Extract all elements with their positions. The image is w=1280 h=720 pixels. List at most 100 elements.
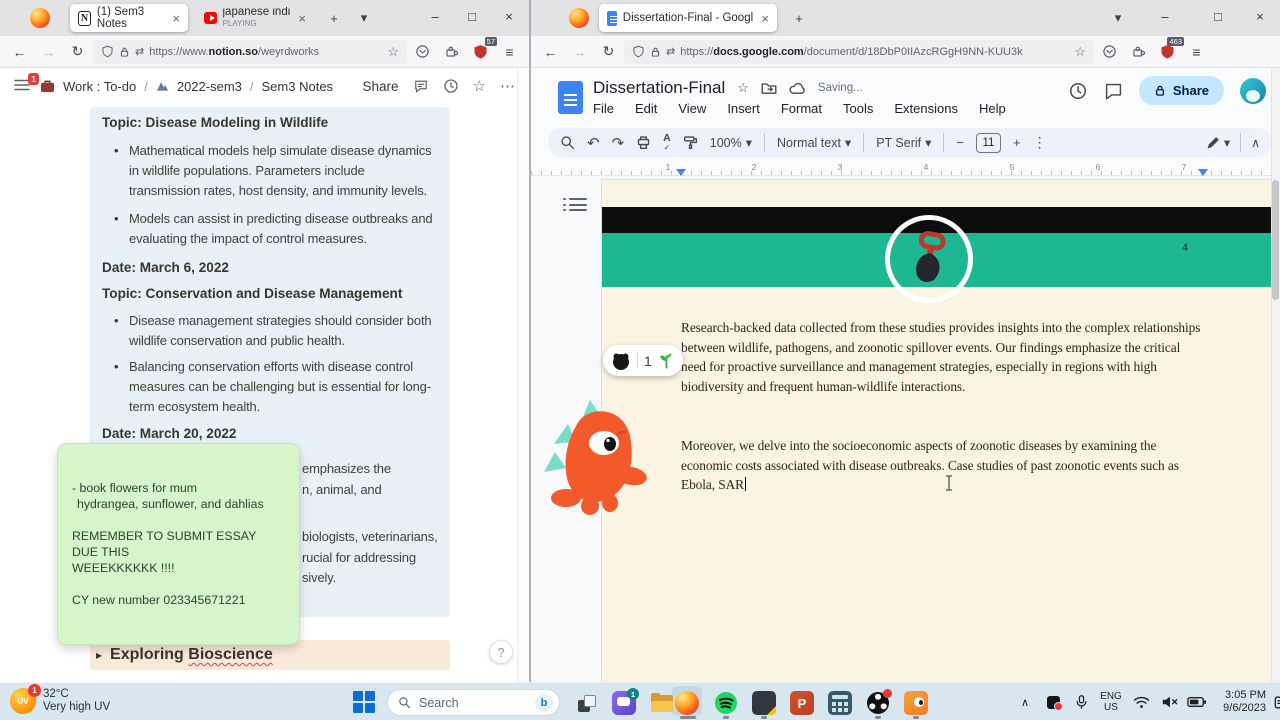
paragraph[interactable]: Moreover, we delve into the socioeconomi… xyxy=(681,436,1205,495)
tab-dissertation[interactable]: Dissertation-Final - Google Doc × xyxy=(599,4,777,32)
spellcheck-icon[interactable]: A ✓ xyxy=(663,132,671,151)
document-outline-icon[interactable] xyxy=(563,198,587,213)
ruler[interactable]: 1 2 3 4 5 6 7 xyxy=(531,161,1272,176)
microphone-icon[interactable] xyxy=(1068,694,1094,710)
maximize-button[interactable]: □ xyxy=(452,0,492,33)
comments-icon[interactable] xyxy=(413,79,429,94)
task-view-button[interactable] xyxy=(572,689,600,717)
volume-muted-icon[interactable] xyxy=(1156,695,1182,709)
minimize-button[interactable]: – xyxy=(1145,0,1185,33)
shield-icon[interactable] xyxy=(101,45,114,58)
chat-app-icon[interactable]: 1 xyxy=(610,688,639,717)
font-select[interactable]: PT Serif ▾ xyxy=(876,135,931,151)
notion-help-button[interactable]: ? xyxy=(489,640,513,664)
weather-widget[interactable]: UV 1 32°C Very high UV xyxy=(10,684,110,714)
pet-app-icon[interactable] xyxy=(902,689,930,717)
menu-view[interactable]: View xyxy=(678,101,706,116)
powerpoint-app-icon[interactable]: P xyxy=(788,689,816,717)
menu-tools[interactable]: Tools xyxy=(843,101,873,116)
more-options-icon[interactable]: ⋯ xyxy=(500,77,515,95)
file-explorer-icon[interactable] xyxy=(648,689,676,717)
extensions-puzzle-icon[interactable] xyxy=(1125,40,1152,64)
tab-close-icon[interactable]: × xyxy=(761,11,769,26)
menu-help[interactable]: Help xyxy=(979,101,1006,116)
increase-font-icon[interactable]: + xyxy=(1013,135,1021,150)
obs-tray-icon[interactable] xyxy=(1040,695,1066,711)
spotify-app-icon[interactable] xyxy=(712,689,740,717)
firefox-app-icon[interactable] xyxy=(673,689,701,717)
taskbar-search[interactable]: Search b xyxy=(387,689,560,716)
account-avatar[interactable] xyxy=(1240,77,1266,104)
move-folder-icon[interactable] xyxy=(761,81,777,95)
decrease-font-icon[interactable]: − xyxy=(956,135,964,150)
tray-overflow-icon[interactable]: ∧ xyxy=(1012,696,1038,709)
wifi-icon[interactable] xyxy=(1128,695,1154,709)
pet-counter-widget[interactable]: 1 xyxy=(603,345,683,376)
favorite-star-icon[interactable]: ☆ xyxy=(473,77,486,95)
breadcrumb-root[interactable]: Work : To-do xyxy=(63,79,136,94)
permissions-icon[interactable]: ⇄ xyxy=(135,45,144,58)
font-size-field[interactable]: 11 xyxy=(976,132,1001,153)
start-button[interactable] xyxy=(353,691,375,713)
bookmark-star-icon[interactable]: ☆ xyxy=(1074,44,1086,60)
close-window-button[interactable]: × xyxy=(1240,0,1280,33)
undo-icon[interactable]: ↶ xyxy=(587,134,600,152)
notes-app-icon[interactable] xyxy=(750,689,778,717)
toggle-arrow-icon[interactable]: ▸ xyxy=(96,648,102,662)
paragraph[interactable]: Research-backed data collected from thes… xyxy=(681,318,1205,396)
editing-mode-select[interactable]: ▾ xyxy=(1206,135,1230,150)
obs-app-icon[interactable] xyxy=(864,689,892,717)
new-tab-button[interactable]: + xyxy=(787,7,811,29)
list-tabs-button[interactable]: ▾ xyxy=(1106,7,1130,29)
left-indent-marker[interactable] xyxy=(676,169,686,176)
adblock-shield-icon[interactable]: 57 xyxy=(467,36,497,64)
paint-format-icon[interactable] xyxy=(683,135,698,150)
language-indicator[interactable]: ENG US xyxy=(1096,691,1126,713)
toolbar-more-icon[interactable]: ⋮ xyxy=(1033,134,1047,151)
paragraph-style-select[interactable]: Normal text ▾ xyxy=(777,135,851,151)
desktop-pet-dino[interactable] xyxy=(538,396,650,516)
bing-chat-icon[interactable]: b xyxy=(535,693,553,712)
list-tabs-button[interactable]: ▾ xyxy=(352,7,376,29)
minimize-button[interactable]: – xyxy=(415,0,455,33)
new-tab-button[interactable]: + xyxy=(322,7,346,29)
lock-icon[interactable] xyxy=(119,46,130,58)
tab-close-icon[interactable]: × xyxy=(172,11,180,26)
reload-button[interactable]: ↻ xyxy=(64,43,91,60)
adblock-shield-icon[interactable]: 463 xyxy=(1154,36,1184,64)
app-menu-icon[interactable]: ≡ xyxy=(1183,40,1210,64)
star-document-icon[interactable]: ☆ xyxy=(737,80,749,96)
google-docs-logo-icon[interactable] xyxy=(558,80,583,114)
sidebar-toggle-icon[interactable]: 1 xyxy=(14,72,39,95)
share-button[interactable]: Share xyxy=(1138,76,1224,105)
pocket-icon[interactable] xyxy=(1096,40,1123,64)
redo-icon[interactable]: ↷ xyxy=(612,134,625,152)
search-menus-icon[interactable] xyxy=(560,135,575,150)
forward-button[interactable]: → xyxy=(566,44,593,60)
bookmark-star-icon[interactable]: ☆ xyxy=(387,44,399,60)
extensions-puzzle-icon[interactable] xyxy=(438,40,465,64)
shield-icon[interactable] xyxy=(632,45,645,58)
share-button[interactable]: Share xyxy=(363,79,399,94)
scrollbar-gutter[interactable] xyxy=(517,68,529,682)
clock[interactable]: 3:05 PM 9/6/2023 xyxy=(1212,689,1266,715)
scrollbar-thumb[interactable] xyxy=(1272,180,1279,300)
sticky-note[interactable]: - book flowers for mum hydrangea, sunflo… xyxy=(57,443,300,645)
address-bar[interactable]: ⇄ https://docs.google.com/document/d/18D… xyxy=(624,39,1094,64)
print-icon[interactable] xyxy=(636,135,651,150)
menu-file[interactable]: File xyxy=(593,101,614,116)
app-menu-icon[interactable]: ≡ xyxy=(496,40,523,64)
document-page[interactable]: 4 Research-backed data collected from th… xyxy=(602,180,1272,682)
forward-button[interactable]: → xyxy=(35,44,62,60)
menu-edit[interactable]: Edit xyxy=(635,101,657,116)
notification-center-icon[interactable] xyxy=(1268,695,1280,710)
back-button[interactable]: ← xyxy=(537,44,564,60)
scrollbar[interactable] xyxy=(1271,68,1280,682)
tab-youtube[interactable]: japanese indie m PLAYING × xyxy=(196,4,314,32)
back-button[interactable]: ← xyxy=(6,44,33,60)
address-bar[interactable]: ⇄ https://www.notion.so/weyrdworks ☆ xyxy=(93,39,407,64)
menu-format[interactable]: Format xyxy=(781,101,822,116)
comment-icon[interactable] xyxy=(1104,82,1123,100)
permissions-icon[interactable]: ⇄ xyxy=(666,45,675,58)
right-indent-marker[interactable] xyxy=(1198,169,1208,176)
